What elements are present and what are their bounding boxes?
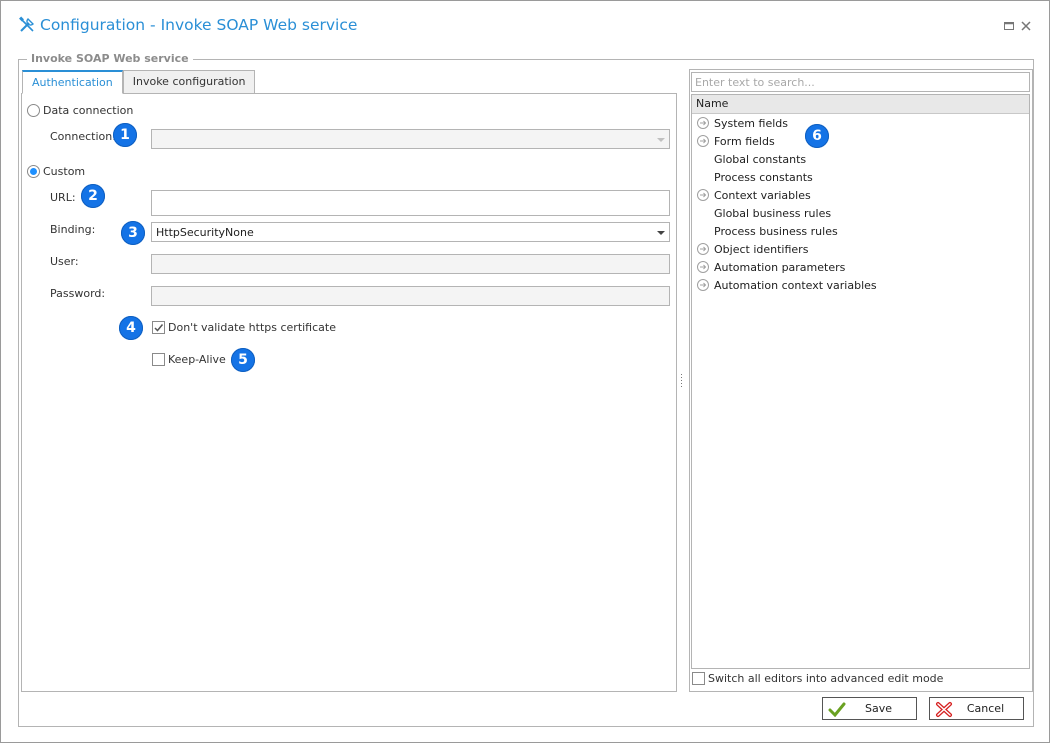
close-button[interactable] [1019,19,1033,33]
variables-tree: Name System fields Form fields Global cons… [691,94,1030,669]
tab-invoke-configuration[interactable]: Invoke configuration [122,70,256,94]
binding-value: HttpSecurityNone [156,226,254,239]
group-legend: Invoke SOAP Web service [27,52,193,65]
cancel-x-icon [936,702,952,717]
advanced-mode-option[interactable]: Switch all editors into advanced edit mo… [692,672,943,685]
tree-item[interactable]: Process business rules [692,222,1029,240]
data-connection-radio[interactable] [27,104,40,117]
user-label: User: [50,255,79,268]
tree-item[interactable]: Form fields [692,132,1029,150]
tree-item-label: Global business rules [714,206,832,220]
tree-item[interactable]: System fields [692,114,1029,132]
password-input[interactable] [151,286,670,306]
tree-item[interactable]: Context variables [692,186,1029,204]
callout-badge-6: 6 [805,124,829,148]
keep-alive-label: Keep-Alive [168,353,226,366]
password-label: Password: [50,287,106,300]
keep-alive-checkbox[interactable] [152,353,165,366]
save-button[interactable]: Save [822,697,917,720]
expand-arrow-icon[interactable] [696,260,710,274]
chevron-down-icon [657,231,665,235]
custom-option[interactable]: Custom [27,165,85,178]
advanced-mode-label: Switch all editors into advanced edit mo… [708,672,944,685]
variables-search-input[interactable] [692,73,1029,91]
configuration-dialog: Configuration - Invoke SOAP Web service … [0,0,1050,743]
tree-item-label: Global constants [714,152,807,166]
binding-dropdown[interactable]: HttpSecurityNone [151,222,670,242]
dialog-title: Configuration - Invoke SOAP Web service [18,16,357,34]
connection-label: Connection: [50,130,116,143]
custom-label: Custom [43,165,86,178]
maximize-button[interactable] [1002,19,1016,33]
expand-arrow-icon[interactable] [696,116,710,130]
expand-arrow-icon[interactable] [696,278,710,292]
panel-splitter[interactable] [681,374,683,388]
tree-item-label: Automation parameters [714,260,846,274]
binding-label: Binding: [50,223,96,236]
expand-arrow-icon[interactable] [696,242,710,256]
chevron-down-icon [657,138,665,142]
dialog-title-text: Configuration - Invoke SOAP Web service [40,16,358,34]
dont-validate-https-option[interactable]: Don't validate https certificate [152,321,336,334]
advanced-mode-checkbox[interactable] [692,672,705,685]
url-input[interactable] [151,190,670,216]
callout-badge-4: 4 [119,316,143,340]
tree-item-label: Context variables [714,188,811,202]
keep-alive-option[interactable]: Keep-Alive [152,353,226,366]
expand-arrow-icon[interactable] [696,188,710,202]
expand-arrow-icon[interactable] [696,134,710,148]
callout-badge-1: 1 [113,123,137,147]
tab-authentication[interactable]: Authentication [22,70,123,94]
callout-badge-5: 5 [231,348,255,372]
custom-radio[interactable] [27,165,40,178]
tree-item[interactable]: Automation context variables [692,276,1029,294]
checkmark-icon [154,324,164,332]
data-connection-option[interactable]: Data connection [27,104,133,117]
tree-items: System fields Form fields Global constants… [692,114,1029,294]
tree-item[interactable]: Process constants [692,168,1029,186]
tree-item-label: System fields [714,116,788,130]
checkmark-icon [828,702,846,717]
authentication-panel [21,93,677,692]
variables-search[interactable] [691,72,1030,92]
tree-item-label: Process constants [714,170,813,184]
close-icon [1021,21,1031,31]
connection-dropdown[interactable] [151,129,670,149]
url-label: URL: [50,191,76,204]
tree-column-header[interactable]: Name [692,95,1029,114]
cancel-button[interactable]: Cancel [929,697,1024,720]
tree-item[interactable]: Global business rules [692,204,1029,222]
tree-item-label: Automation context variables [714,278,877,292]
dont-validate-https-label: Don't validate https certificate [168,321,336,334]
callout-badge-2: 2 [81,184,105,208]
tree-item-label: Form fields [714,134,775,148]
callout-badge-3: 3 [121,221,145,245]
tree-item[interactable]: Automation parameters [692,258,1029,276]
tree-item[interactable]: Object identifiers [692,240,1029,258]
dont-validate-https-checkbox[interactable] [152,321,165,334]
tree-item[interactable]: Global constants [692,150,1029,168]
tree-item-label: Process business rules [714,224,838,238]
tree-item-label: Object identifiers [714,242,809,256]
tools-icon [19,16,34,32]
maximize-icon [1003,21,1014,30]
data-connection-label: Data connection [43,104,134,117]
tab-strip: Authentication Invoke configuration [22,70,256,94]
user-input[interactable] [151,254,670,274]
